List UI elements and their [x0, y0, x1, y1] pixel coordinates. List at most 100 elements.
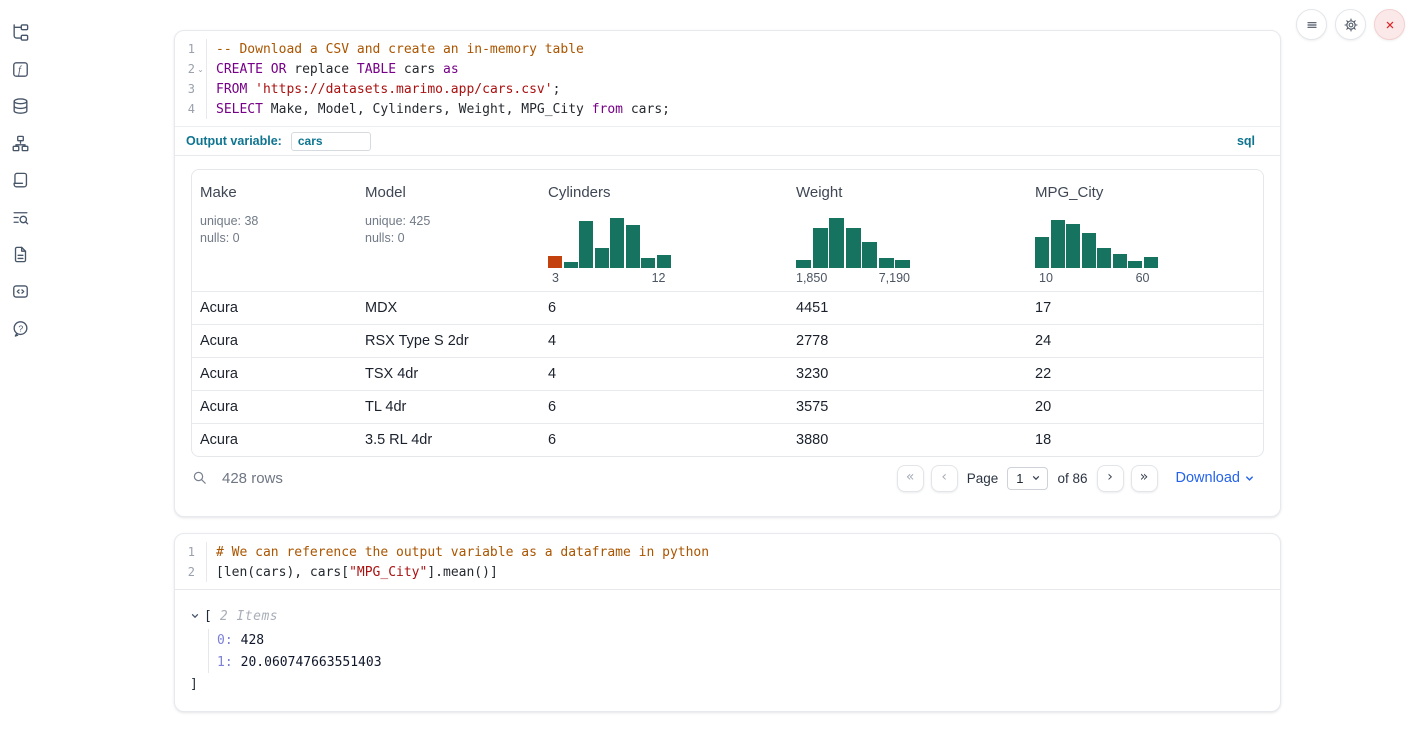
table-row[interactable]: Acura3.5 RL 4dr6388018 [192, 423, 1263, 456]
last-page-button[interactable]: » [1131, 465, 1158, 492]
code-line[interactable]: 4SELECT Make, Model, Cylinders, Weight, … [175, 99, 1280, 119]
table-cell[interactable]: MDX [357, 300, 540, 316]
prev-page-button[interactable]: ‹ [931, 465, 958, 492]
database-icon [11, 97, 30, 116]
sitemap-button[interactable] [10, 133, 30, 153]
table-row[interactable]: AcuraTSX 4dr4323022 [192, 357, 1263, 390]
table-cell[interactable]: 20 [1027, 399, 1263, 415]
entry-key: 1: [217, 655, 233, 670]
tree-entry[interactable]: 1:20.060747663551403 [217, 651, 1280, 673]
table-cell[interactable]: 3.5 RL 4dr [357, 432, 540, 448]
line-gutter: 3 [175, 79, 207, 99]
help-circle-button[interactable]: ? [10, 318, 30, 338]
tree-entry[interactable]: 0:428 [217, 629, 1280, 651]
column-header-make[interactable]: Makeunique: 38nulls: 0 [192, 170, 357, 291]
histogram-bar [846, 228, 861, 268]
table-cell[interactable]: 4451 [788, 300, 1027, 316]
table-search-button[interactable] [191, 469, 209, 487]
line-gutter: 4 [175, 99, 207, 119]
table-cell[interactable]: Acura [192, 333, 357, 349]
first-page-button[interactable]: « [897, 465, 924, 492]
table-cell[interactable]: 2778 [788, 333, 1027, 349]
table-cell[interactable]: 18 [1027, 432, 1263, 448]
code-line[interactable]: 2⌄CREATE OR replace TABLE cars as [175, 59, 1280, 79]
gear-icon [1343, 17, 1359, 33]
table-cell[interactable]: 3575 [788, 399, 1027, 415]
table-cell[interactable]: 4 [540, 333, 788, 349]
line-gutter: 2⌄ [175, 59, 207, 79]
next-page-button[interactable]: › [1097, 465, 1124, 492]
fold-chevron-icon[interactable]: ⌄ [195, 65, 206, 74]
line-number: 4 [188, 102, 195, 116]
chevron-down-icon[interactable] [190, 611, 200, 621]
code-line[interactable]: 3FROM 'https://datasets.marimo.app/cars.… [175, 79, 1280, 99]
table-cell[interactable]: Acura [192, 300, 357, 316]
output-variable-bar: Output variable: sql [175, 126, 1280, 156]
column-stats: unique: 425nulls: 0 [365, 213, 532, 247]
column-histogram[interactable]: 1,8507,190 [796, 216, 910, 285]
column-header-cylinders[interactable]: Cylinders312 [540, 170, 788, 291]
histogram-bars [1035, 216, 1158, 268]
code-text: [len(cars), cars["MPG_City"].mean()] [207, 565, 498, 580]
function-square-button[interactable]: f [10, 59, 30, 79]
code-box-button[interactable] [10, 281, 30, 301]
column-histogram[interactable]: 1060 [1035, 216, 1158, 285]
table-cell[interactable]: Acura [192, 399, 357, 415]
table-cell[interactable]: 3230 [788, 366, 1027, 382]
column-header-model[interactable]: Modelunique: 425nulls: 0 [357, 170, 540, 291]
sql-code-editor[interactable]: 1-- Download a CSV and create an in-memo… [175, 31, 1280, 126]
pagination: «‹Page1of 86›» [897, 465, 1158, 492]
histogram-bar [1082, 233, 1096, 268]
axis-min-label: 3 [552, 271, 559, 285]
chevron-down-icon [1031, 473, 1041, 483]
table-cell[interactable]: 22 [1027, 366, 1263, 382]
table-row[interactable]: AcuraRSX Type S 2dr4277824 [192, 324, 1263, 357]
histogram-bar [595, 248, 609, 268]
code-line[interactable]: 2[len(cars), cars["MPG_City"].mean()] [175, 562, 1280, 582]
table-cell[interactable]: 4 [540, 366, 788, 382]
table-cell[interactable]: 6 [540, 300, 788, 316]
python-code-editor[interactable]: 1# We can reference the output variable … [175, 534, 1280, 589]
column-header-mpg_city[interactable]: MPG_City1060 [1027, 170, 1263, 291]
chevron-down-icon [1244, 473, 1255, 484]
file-text-button[interactable] [10, 244, 30, 264]
table-cell[interactable]: 17 [1027, 300, 1263, 316]
table-cell[interactable]: 6 [540, 432, 788, 448]
axis-min-label: 10 [1039, 271, 1053, 285]
histogram-bar [1051, 220, 1065, 268]
download-button[interactable]: Download [1176, 470, 1256, 486]
list-search-button[interactable] [10, 207, 30, 227]
table-cell[interactable]: TSX 4dr [357, 366, 540, 382]
database-button[interactable] [10, 96, 30, 116]
code-line[interactable]: 1# We can reference the output variable … [175, 542, 1280, 562]
settings-button[interactable] [1335, 9, 1366, 40]
table-cell[interactable]: 6 [540, 399, 788, 415]
page-select[interactable]: 1 [1007, 467, 1048, 490]
table-row[interactable]: AcuraMDX6445117 [192, 291, 1263, 324]
table-cell[interactable]: Acura [192, 366, 357, 382]
column-histogram[interactable]: 312 [548, 216, 671, 285]
axis-min-label: 1,850 [796, 271, 827, 285]
tree-root-row[interactable]: [2 Items [190, 606, 1280, 626]
scroll-button[interactable] [10, 170, 30, 190]
stat-line: nulls: 0 [200, 230, 349, 247]
menu-button[interactable] [1296, 9, 1327, 40]
table-row[interactable]: AcuraTL 4dr6357520 [192, 390, 1263, 423]
file-tree-button[interactable] [10, 22, 30, 42]
table-cell[interactable]: RSX Type S 2dr [357, 333, 540, 349]
code-line[interactable]: 1-- Download a CSV and create an in-memo… [175, 39, 1280, 59]
histogram-bar [564, 262, 578, 268]
output-variable-input[interactable] [291, 132, 371, 151]
histogram-bar [1097, 248, 1111, 268]
table-cell[interactable]: TL 4dr [357, 399, 540, 415]
stat-line: unique: 38 [200, 213, 349, 230]
line-gutter: 1 [175, 39, 207, 59]
histogram-bar [1113, 254, 1127, 268]
histogram-bar [1035, 237, 1049, 268]
entry-value: 428 [241, 633, 264, 648]
table-cell[interactable]: 24 [1027, 333, 1263, 349]
column-header-weight[interactable]: Weight1,8507,190 [788, 170, 1027, 291]
table-cell[interactable]: 3880 [788, 432, 1027, 448]
table-cell[interactable]: Acura [192, 432, 357, 448]
close-button[interactable] [1374, 9, 1405, 40]
